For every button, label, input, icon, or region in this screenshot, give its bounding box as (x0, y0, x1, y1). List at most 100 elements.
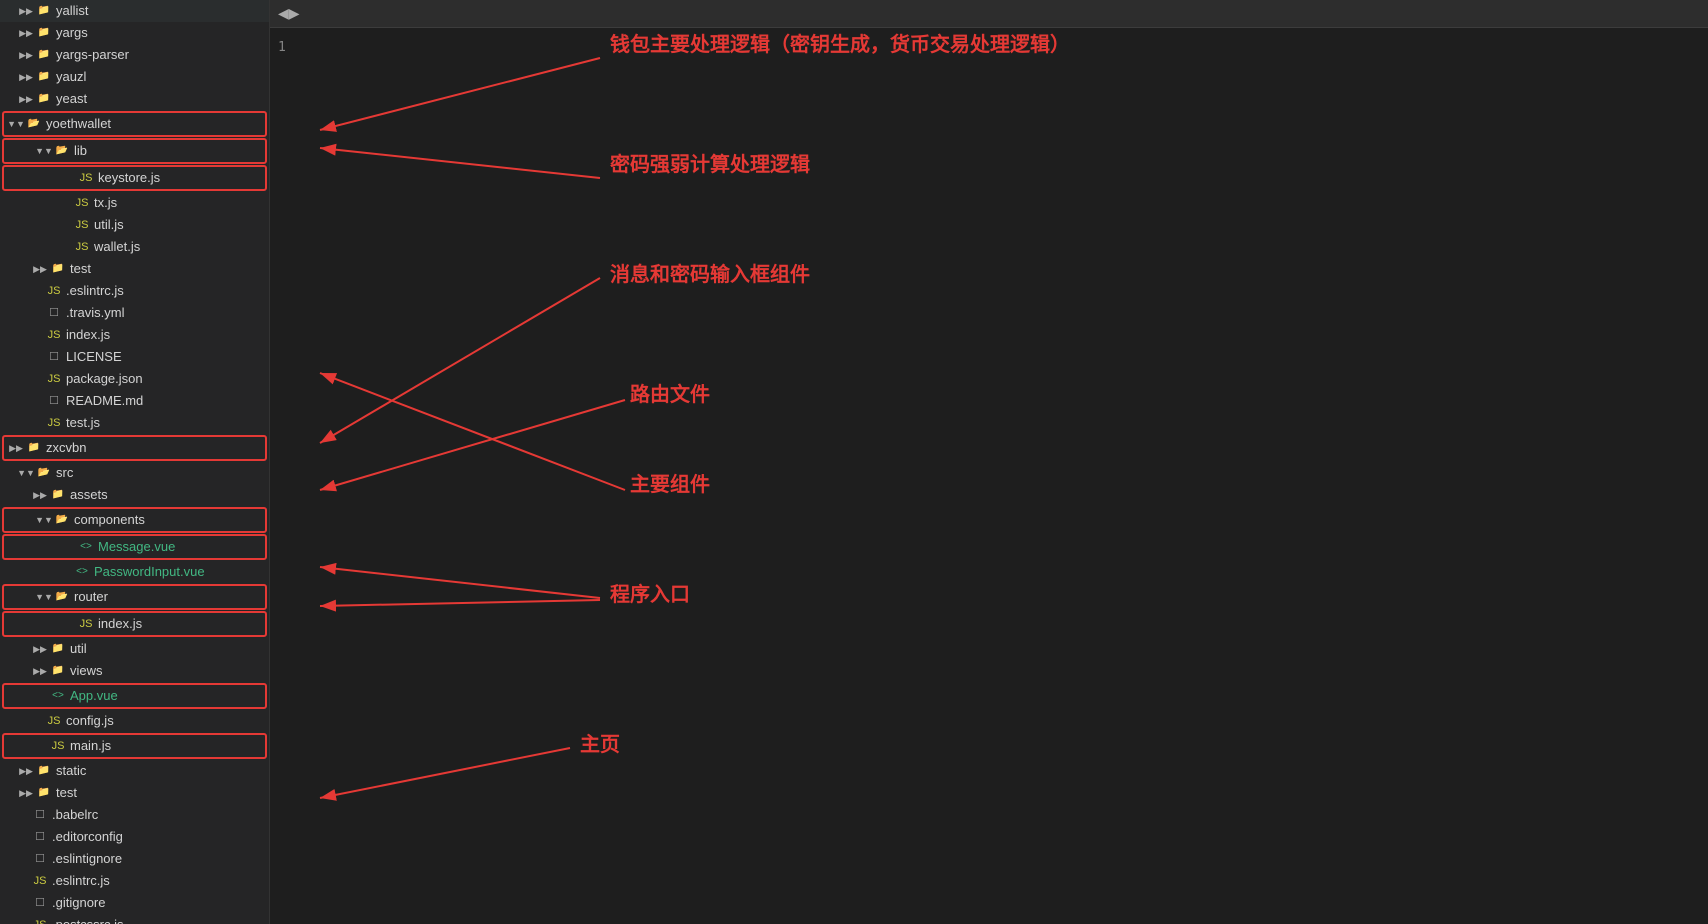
tree-item-tx.js[interactable]: JS tx.js (0, 192, 269, 214)
tree-item-label: .travis.yml (66, 302, 125, 324)
tree-item-label: .eslintrc.js (52, 870, 110, 892)
js-file-icon: JS (32, 873, 48, 889)
tree-item-test2[interactable]: ▶ 📁 test (0, 782, 269, 804)
tree-item-keystore.js[interactable]: JS keystore.js (4, 167, 265, 189)
editor-topbar: ◀▶ (270, 0, 1708, 28)
tree-item-main.js[interactable]: JS main.js (4, 735, 265, 757)
js-file-icon: JS (46, 415, 62, 431)
tree-item-label: zxcvbn (46, 437, 86, 459)
tree-item-wallet.js[interactable]: JS wallet.js (0, 236, 269, 258)
folder-open-icon: 📂 (54, 143, 70, 159)
tree-item-config.js[interactable]: JS config.js (0, 710, 269, 732)
tree-item-test[interactable]: ▶ 📁 test (0, 258, 269, 280)
vue-file-icon: <> (50, 688, 66, 704)
file-icon: ☐ (32, 807, 48, 823)
folder-open-icon: 📂 (36, 465, 52, 481)
tree-item-.travis.yml[interactable]: ☐ .travis.yml (0, 302, 269, 324)
tree-item-.editorconfig[interactable]: ☐ .editorconfig (0, 826, 269, 848)
tree-item-router[interactable]: ▼ 📂 router (4, 586, 265, 608)
tree-item-.gitignore[interactable]: ☐ .gitignore (0, 892, 269, 914)
tree-item-label: components (74, 509, 145, 531)
tree-item-label: config.js (66, 710, 114, 732)
tree-item-label: router (74, 586, 108, 608)
navigation-arrows[interactable]: ◀▶ (278, 5, 300, 22)
tree-item-src[interactable]: ▼ 📂 src (0, 462, 269, 484)
tree-item-package.json[interactable]: JS package.json (0, 368, 269, 390)
tree-item-App.vue[interactable]: <> App.vue (4, 685, 265, 707)
tree-item-.babelrc[interactable]: ☐ .babelrc (0, 804, 269, 826)
folder-icon: 📁 (50, 487, 66, 503)
tree-item-test.js[interactable]: JS test.js (0, 412, 269, 434)
folder-icon: 📁 (36, 25, 52, 41)
highlight-box-Message.vue: <> Message.vue (2, 534, 267, 560)
tree-item-label: test (56, 782, 77, 804)
tree-item-yeast[interactable]: ▶ 📁 yeast (0, 88, 269, 110)
js-file-icon: JS (46, 713, 62, 729)
folder-icon: 📁 (26, 440, 42, 456)
caret-right-icon: ▶ (8, 440, 24, 456)
caret-right-icon: ▶ (18, 25, 34, 41)
js-file-icon: JS (74, 195, 90, 211)
tree-item-zxcvbn[interactable]: ▶ 📁 zxcvbn (4, 437, 265, 459)
file-tree[interactable]: ▶ 📁 yallist ▶ 📁 yargs ▶ 📁 yargs-parser ▶… (0, 0, 270, 924)
js-file-icon: JS (46, 327, 62, 343)
tree-item-label: .gitignore (52, 892, 105, 914)
tree-item-.eslintignore[interactable]: ☐ .eslintignore (0, 848, 269, 870)
tree-item-LICENSE[interactable]: ☐ LICENSE (0, 346, 269, 368)
tree-item-lib[interactable]: ▼ 📂 lib (4, 140, 265, 162)
tree-item-label: index.js (66, 324, 110, 346)
folder-icon: 📁 (36, 69, 52, 85)
folder-icon: 📁 (36, 91, 52, 107)
tree-item-label: .eslintrc.js (66, 280, 124, 302)
line-number: 1 (278, 40, 286, 55)
js-file-icon: JS (74, 239, 90, 255)
tree-item-yoethwallet[interactable]: ▼ 📂 yoethwallet (4, 113, 265, 135)
tree-item-label: keystore.js (98, 167, 160, 189)
caret-right-icon: ▶ (32, 641, 48, 657)
tree-item-label: .editorconfig (52, 826, 123, 848)
tree-item-router-index.js[interactable]: JS index.js (4, 613, 265, 635)
folder-icon: 📁 (36, 47, 52, 63)
folder-icon: 📁 (36, 785, 52, 801)
tree-item-label: main.js (70, 735, 111, 757)
tree-item-Message.vue[interactable]: <> Message.vue (4, 536, 265, 558)
js-file-icon: JS (46, 371, 62, 387)
tree-item-.postcssrc.js[interactable]: JS .postcssrc.js (0, 914, 269, 924)
arrow-overlay (270, 0, 1708, 924)
folder-icon: 📁 (50, 641, 66, 657)
tree-item-.eslintrc.js[interactable]: JS .eslintrc.js (0, 280, 269, 302)
tree-item-label: util.js (94, 214, 124, 236)
folder-open-icon: 📂 (54, 589, 70, 605)
folder-open-icon: 📂 (26, 116, 42, 132)
tree-item-yallist[interactable]: ▶ 📁 yallist (0, 0, 269, 22)
tree-item-yauzl[interactable]: ▶ 📁 yauzl (0, 66, 269, 88)
annotation-ann1: 钱包主要处理逻辑（密钥生成，货币交易处理逻辑） (610, 28, 1070, 57)
tree-item-assets[interactable]: ▶ 📁 assets (0, 484, 269, 506)
tree-item-views[interactable]: ▶ 📁 views (0, 660, 269, 682)
tree-item-label: yargs (56, 22, 88, 44)
tree-item-label: .eslintignore (52, 848, 122, 870)
tree-item-yargs[interactable]: ▶ 📁 yargs (0, 22, 269, 44)
tree-item-label: LICENSE (66, 346, 122, 368)
tree-item-components[interactable]: ▼ 📂 components (4, 509, 265, 531)
tree-item-README.md[interactable]: ☐ README.md (0, 390, 269, 412)
annotation-ann2: 密码强弱计算处理逻辑 (610, 148, 810, 177)
tree-item-static[interactable]: ▶ 📁 static (0, 760, 269, 782)
tree-item-util[interactable]: ▶ 📁 util (0, 638, 269, 660)
tree-item-label: yargs-parser (56, 44, 129, 66)
js-file-icon: JS (78, 170, 94, 186)
tree-item-yargs-parser[interactable]: ▶ 📁 yargs-parser (0, 44, 269, 66)
tree-item-label: test (70, 258, 91, 280)
tree-item-index.js[interactable]: JS index.js (0, 324, 269, 346)
highlight-box-router: ▼ 📂 router (2, 584, 267, 610)
tree-item-label: lib (74, 140, 87, 162)
tree-item-PasswordInput.vue[interactable]: <> PasswordInput.vue (0, 561, 269, 583)
tree-item-util.js[interactable]: JS util.js (0, 214, 269, 236)
js-file-icon: JS (46, 283, 62, 299)
tree-item-label: PasswordInput.vue (94, 561, 205, 583)
tree-item-label: static (56, 760, 86, 782)
file-icon: ☐ (46, 393, 62, 409)
highlight-box-components: ▼ 📂 components (2, 507, 267, 533)
tree-item-.eslintrc.js2[interactable]: JS .eslintrc.js (0, 870, 269, 892)
caret-down-icon: ▼ (8, 116, 24, 132)
